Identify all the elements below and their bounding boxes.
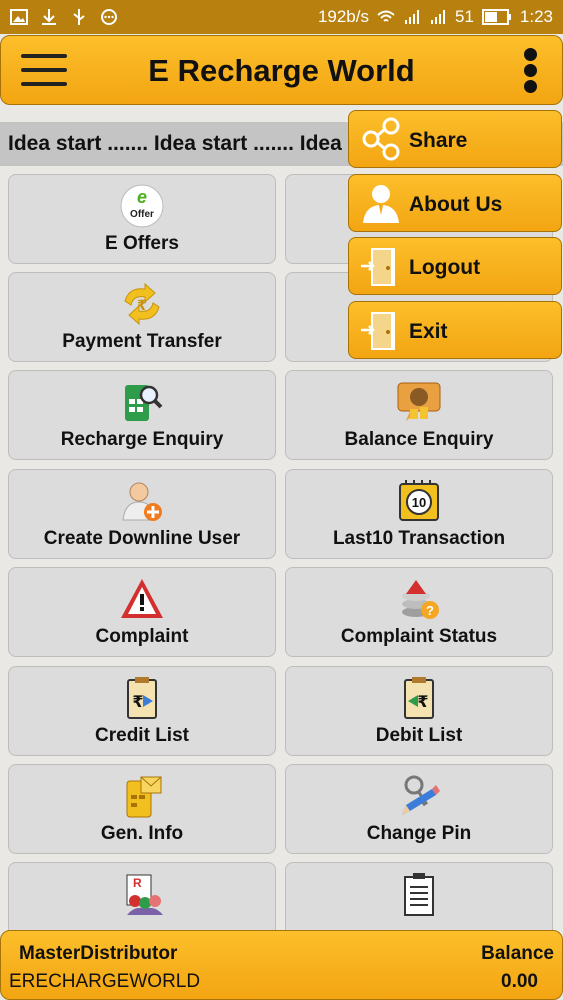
menu-item-exit[interactable]: Exit	[348, 301, 562, 359]
tile-complaint-status[interactable]: ? Complaint Status	[285, 567, 553, 657]
svg-text:Offer: Offer	[130, 209, 154, 220]
svg-text:?: ?	[426, 603, 434, 618]
tile-change-pin[interactable]: Change Pin	[285, 764, 553, 854]
tile-balance-enquiry[interactable]: Balance Enquiry	[285, 370, 553, 460]
door-icon	[361, 312, 395, 350]
tile-payment-transfer[interactable]: ₹ Payment Transfer	[8, 272, 276, 362]
signal-icon	[430, 10, 445, 24]
menu-item-share[interactable]: Share	[348, 110, 562, 168]
svg-text:e: e	[137, 187, 147, 207]
tile-create-downline-user[interactable]: Create Downline User	[8, 469, 276, 559]
network-speed: 192b/s	[317, 7, 369, 26]
username: ERECHARGEWORLD	[9, 971, 201, 992]
menu-item-label: About Us	[409, 193, 503, 216]
usb-icon	[73, 9, 85, 25]
tile-label: Payment Transfer	[62, 331, 222, 352]
svg-text:₹: ₹	[132, 694, 143, 711]
recharge-enquiry-icon	[125, 385, 163, 421]
warning-icon	[121, 579, 163, 618]
menu-item-logout[interactable]: Logout	[348, 237, 562, 295]
svg-text:₹: ₹	[417, 694, 428, 711]
complaint-status-icon: ?	[402, 580, 439, 619]
debit-list-icon: ₹	[404, 677, 434, 719]
user-role: MasterDistributor	[19, 943, 178, 964]
tile-debit-list[interactable]: ₹ Debit List	[285, 666, 553, 756]
tile-label: Complaint Status	[340, 626, 498, 647]
menu-item-label: Exit	[409, 320, 448, 343]
tile-recharge-enquiry[interactable]: Recharge Enquiry	[8, 370, 276, 460]
offer-icon: e Offer	[120, 184, 164, 228]
overflow-menu-icon[interactable]	[524, 48, 540, 94]
tile-label: Recharge Enquiry	[60, 429, 224, 450]
report-icon	[404, 873, 434, 916]
tile-label: Debit List	[375, 725, 463, 746]
users-report-icon: R	[126, 874, 163, 915]
svg-text:10: 10	[412, 495, 426, 510]
tile-e-offers[interactable]: e Offer E Offers	[8, 174, 276, 264]
last10-icon: 10	[399, 480, 439, 521]
door-icon	[361, 248, 395, 286]
gen-info-icon	[126, 776, 162, 818]
svg-text:R: R	[133, 876, 142, 890]
balance-value: 0.00	[501, 971, 538, 992]
tile-label: Credit List	[95, 725, 189, 746]
tile-label: Change Pin	[366, 823, 472, 844]
payment-transfer-icon: ₹	[124, 282, 160, 326]
clock: 1:23	[519, 7, 553, 26]
image-icon	[10, 9, 28, 25]
tile-label: Balance Enquiry	[344, 429, 494, 450]
tile-label: E Offers	[105, 233, 179, 254]
share-icon	[362, 117, 400, 161]
tile-label: Complaint	[95, 626, 189, 647]
tile-credit-list[interactable]: ₹ Credit List	[8, 666, 276, 756]
app-bar: E Recharge World	[0, 35, 563, 105]
credit-list-icon: ₹	[127, 677, 157, 719]
svg-text:₹: ₹	[137, 297, 147, 313]
balance-enquiry-icon	[397, 382, 441, 421]
app-title: E Recharge World	[148, 53, 415, 88]
change-pin-icon	[402, 775, 440, 815]
signal-icon	[404, 10, 419, 24]
more-notifications-icon	[101, 9, 117, 25]
tile-gen-info[interactable]: Gen. Info	[8, 764, 276, 854]
menu-item-label: Share	[409, 129, 468, 152]
tile-label: Gen. Info	[100, 823, 184, 844]
battery-level: 51	[454, 7, 474, 26]
create-user-icon	[122, 482, 162, 521]
tile-label: Last10 Transaction	[332, 528, 506, 549]
user-icon	[363, 185, 399, 223]
account-footer: MasterDistributor ERECHARGEWORLD Balance…	[0, 930, 563, 1000]
status-bar: 192b/s 51 1:23	[0, 0, 563, 34]
tile-complaint[interactable]: Complaint	[8, 567, 276, 657]
download-icon	[42, 9, 56, 25]
tile-last10-transaction[interactable]: 10 Last10 Transaction	[285, 469, 553, 559]
balance-label: Balance	[481, 943, 554, 964]
menu-item-about-us[interactable]: About Us	[348, 174, 562, 232]
wifi-icon	[377, 10, 395, 22]
tile-label: Create Downline User	[43, 528, 241, 549]
battery-icon	[481, 9, 511, 25]
menu-item-label: Logout	[409, 256, 481, 279]
